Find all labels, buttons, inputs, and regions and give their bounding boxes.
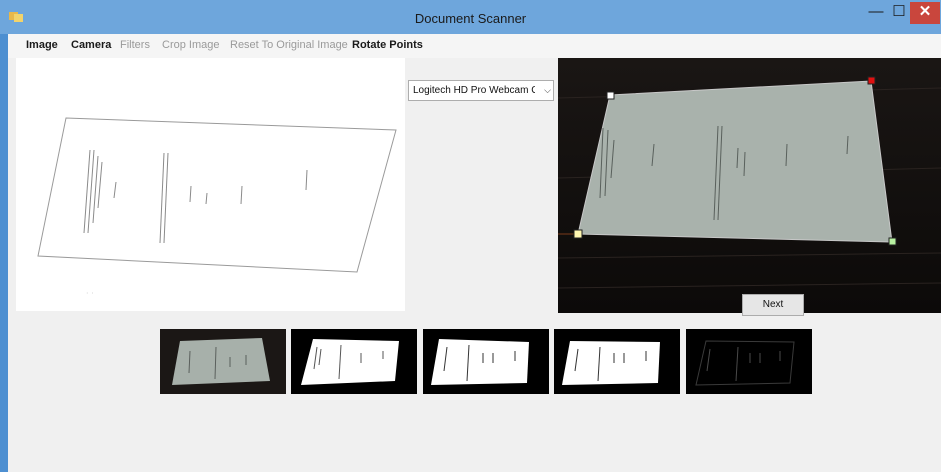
minimize-button[interactable]: — — [864, 2, 888, 24]
camera-select[interactable]: Logitech HD Pro Webcam C910 ⌵ — [408, 80, 554, 101]
thumbnail-edges[interactable] — [686, 329, 812, 394]
corner-point-bottom-right[interactable] — [888, 237, 897, 246]
menu-camera[interactable]: Camera — [71, 39, 111, 51]
menu-image[interactable]: Image — [26, 39, 58, 51]
title-bar[interactable]: Document Scanner — ☐ ✕ — [0, 0, 941, 34]
corner-point-top-right[interactable] — [867, 76, 876, 85]
menu-bar: Image Camera Filters Crop Image Reset To… — [8, 34, 941, 58]
menu-reset-original[interactable]: Reset To Original Image — [230, 39, 348, 51]
corner-point-top-left[interactable] — [606, 91, 615, 100]
app-window: Document Scanner — ☐ ✕ Image Camera Filt… — [0, 0, 941, 472]
camera-feed-image — [558, 58, 941, 313]
thumbnail-original[interactable] — [160, 329, 286, 394]
thumbnail-threshold[interactable] — [423, 329, 549, 394]
window-title: Document Scanner — [414, 11, 527, 26]
processed-document-image: · · — [37, 117, 397, 298]
menu-rotate-points[interactable]: Rotate Points — [352, 39, 423, 51]
camera-select-value: Logitech HD Pro Webcam C910 — [413, 85, 535, 96]
menu-filters[interactable]: Filters — [120, 39, 150, 51]
processed-image-panel: · · — [16, 58, 405, 311]
thumbnail-sharpened[interactable] — [554, 329, 680, 394]
close-button[interactable]: ✕ — [910, 2, 940, 24]
thumbnail-grayscale[interactable] — [291, 329, 417, 394]
camera-feed-panel — [558, 58, 941, 313]
svg-text:· ·: · · — [86, 289, 94, 298]
next-button[interactable]: Next — [742, 294, 804, 316]
maximize-button[interactable]: ☐ — [888, 2, 910, 24]
chevron-down-icon[interactable]: ⌵ — [544, 81, 551, 100]
corner-point-bottom-left[interactable] — [573, 229, 583, 239]
client-area: Image Camera Filters Crop Image Reset To… — [8, 34, 941, 472]
menu-crop-image[interactable]: Crop Image — [162, 39, 219, 51]
